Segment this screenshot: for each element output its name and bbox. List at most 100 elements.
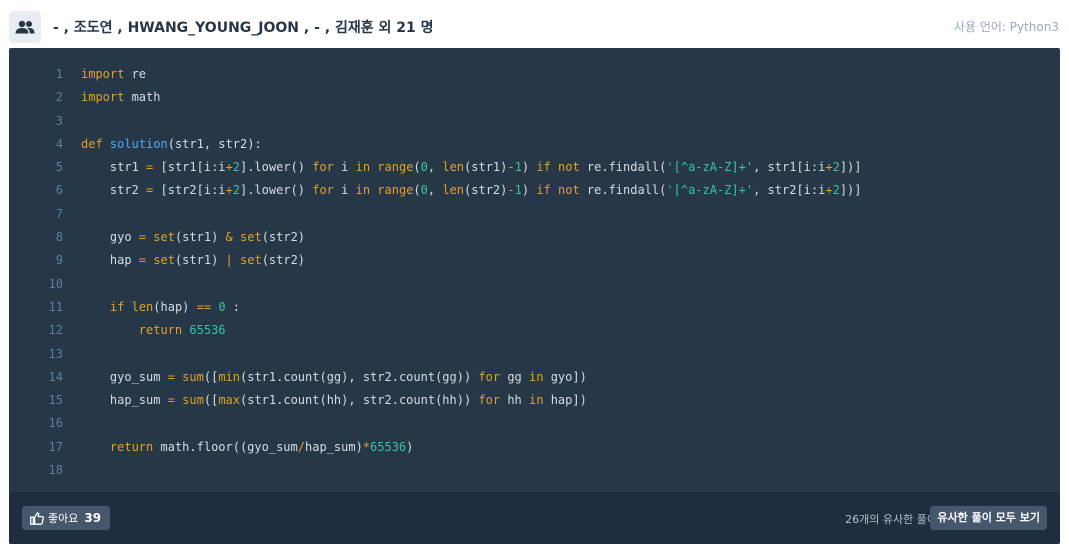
code-line: 15 hap_sum = sum([max(str1.count(hh), st… bbox=[9, 389, 1060, 412]
code-text: gyo_sum = sum([min(str1.count(gg), str2.… bbox=[81, 366, 587, 389]
code-token: ([ bbox=[203, 369, 219, 384]
code-line: 12 return 65536 bbox=[9, 319, 1060, 342]
code-text: if len(hap) == 0 : bbox=[81, 296, 240, 319]
code-text: def solution(str1, str2): bbox=[81, 133, 262, 156]
code-text: import re bbox=[81, 63, 146, 86]
code-line: 11 if len(hap) == 0 : bbox=[9, 296, 1060, 319]
code-token: set bbox=[240, 230, 262, 245]
code-token: ([ bbox=[203, 393, 219, 408]
code-token: ])] bbox=[839, 183, 862, 198]
code-token: gg bbox=[500, 369, 530, 384]
code-line: 4 def solution(str1, str2): bbox=[9, 133, 1060, 156]
code-token: [str1[i:i bbox=[153, 160, 226, 175]
code-token: 65536 bbox=[370, 439, 407, 454]
code-token: range bbox=[377, 160, 414, 175]
code-token: if bbox=[536, 160, 551, 175]
code-token: in bbox=[529, 393, 544, 408]
line-number: 7 bbox=[55, 206, 63, 221]
line-number: 16 bbox=[48, 416, 63, 431]
code-token: math.floor((gyo_sum bbox=[153, 439, 298, 454]
code-token: - bbox=[507, 183, 515, 198]
code-token: (str2) bbox=[464, 183, 508, 198]
code-token: ].lower() bbox=[239, 160, 313, 175]
code-text: str1 = [str1[i:i+2].lower() for i in ran… bbox=[81, 156, 862, 179]
code-token: (str1) bbox=[174, 253, 226, 268]
code-token: & bbox=[225, 230, 233, 245]
code-token: , str2[i:i bbox=[753, 183, 826, 198]
code-token: , str1[i:i bbox=[753, 160, 826, 175]
like-label: 좋아요 bbox=[48, 512, 79, 525]
code-token: ])] bbox=[839, 160, 862, 175]
line-number: 8 bbox=[55, 230, 63, 245]
code-token: = bbox=[138, 253, 147, 268]
code-token: 0 bbox=[420, 160, 428, 175]
code-token: (str2) bbox=[261, 253, 306, 268]
line-number: 2 bbox=[55, 90, 63, 105]
users-icon bbox=[9, 11, 41, 43]
code-token: i bbox=[333, 183, 356, 198]
code-token: ) bbox=[521, 183, 537, 198]
code-token: : bbox=[225, 299, 241, 314]
code-token: if bbox=[536, 183, 551, 198]
code-token: in bbox=[355, 183, 371, 198]
code-token: re.findall( bbox=[579, 160, 667, 175]
code-token: max bbox=[218, 393, 240, 408]
code-token: str2 bbox=[81, 183, 147, 198]
code-token: gyo]) bbox=[543, 369, 587, 384]
code-token: | bbox=[225, 253, 233, 268]
line-number: 5 bbox=[55, 160, 63, 175]
code-token: = bbox=[167, 369, 175, 384]
language-label: 사용 언어: Python3 bbox=[953, 20, 1059, 34]
code-text: hap = set(str1) | set(str2) bbox=[81, 249, 305, 272]
code-line: 2 import math bbox=[9, 86, 1060, 109]
author-list: - , 조도연 , HWANG_YOUNG_JOON , - , 김재훈 외 2… bbox=[53, 20, 434, 36]
code-token: if bbox=[109, 299, 125, 314]
code-token: range bbox=[377, 183, 414, 198]
code-token: for bbox=[478, 369, 501, 384]
code-token: + bbox=[825, 183, 833, 198]
code-token: hap_sum bbox=[81, 393, 168, 408]
code-token: gyo_sum bbox=[81, 369, 168, 384]
code-token: for bbox=[312, 160, 334, 175]
code-line: 9 hap = set(str1) | set(str2) bbox=[9, 249, 1060, 272]
code-text: gyo = set(str1) & set(str2) bbox=[81, 226, 305, 249]
line-number: 3 bbox=[55, 113, 63, 128]
code-token: solution bbox=[109, 136, 168, 151]
code-token: , bbox=[427, 183, 443, 198]
view-similar-solutions-button[interactable]: 유사한 풀이 모두 보기 bbox=[930, 506, 1047, 530]
line-number: 13 bbox=[48, 346, 63, 361]
code-line: 13 bbox=[9, 343, 1060, 366]
code-token: '[^a-zA-Z]+' bbox=[666, 183, 754, 198]
code-token: min bbox=[218, 369, 240, 384]
line-number: 15 bbox=[48, 393, 63, 408]
code-token: hh bbox=[500, 393, 530, 408]
code-token: set bbox=[240, 253, 262, 268]
code-token: import bbox=[81, 90, 125, 105]
code-token: return bbox=[109, 439, 154, 454]
code-token: '[^a-zA-Z]+' bbox=[666, 160, 754, 175]
line-number: 11 bbox=[48, 299, 63, 314]
code-token: hap]) bbox=[543, 393, 587, 408]
code-token: i bbox=[333, 160, 356, 175]
solution-footer: 좋아요 39 26개의 유사한 풀이 유사한 풀이 모두 보기 bbox=[9, 492, 1060, 544]
code-text: import math bbox=[81, 86, 160, 109]
code-token: ( bbox=[413, 183, 421, 198]
code-token: + bbox=[225, 183, 233, 198]
line-number: 6 bbox=[55, 183, 63, 198]
code-line: 3 bbox=[9, 110, 1060, 133]
code-line: 1 import re bbox=[9, 63, 1060, 86]
code-viewer: 1 import re 2 import math 3 4 def solution(str… bbox=[9, 48, 1060, 544]
code-token: ) bbox=[406, 439, 414, 454]
line-number: 18 bbox=[48, 463, 63, 478]
code-token: 65536 bbox=[189, 323, 226, 338]
like-button[interactable]: 좋아요 39 bbox=[22, 506, 111, 530]
code-line: 17 return math.floor((gyo_sum/hap_sum)*6… bbox=[9, 436, 1060, 459]
code-text: return math.floor((gyo_sum/hap_sum)*6553… bbox=[81, 436, 413, 459]
thumbs-up-icon bbox=[30, 511, 44, 525]
code-token: def bbox=[81, 136, 103, 151]
code-text: str2 = [str2[i:i+2].lower() for i in ran… bbox=[81, 179, 862, 202]
